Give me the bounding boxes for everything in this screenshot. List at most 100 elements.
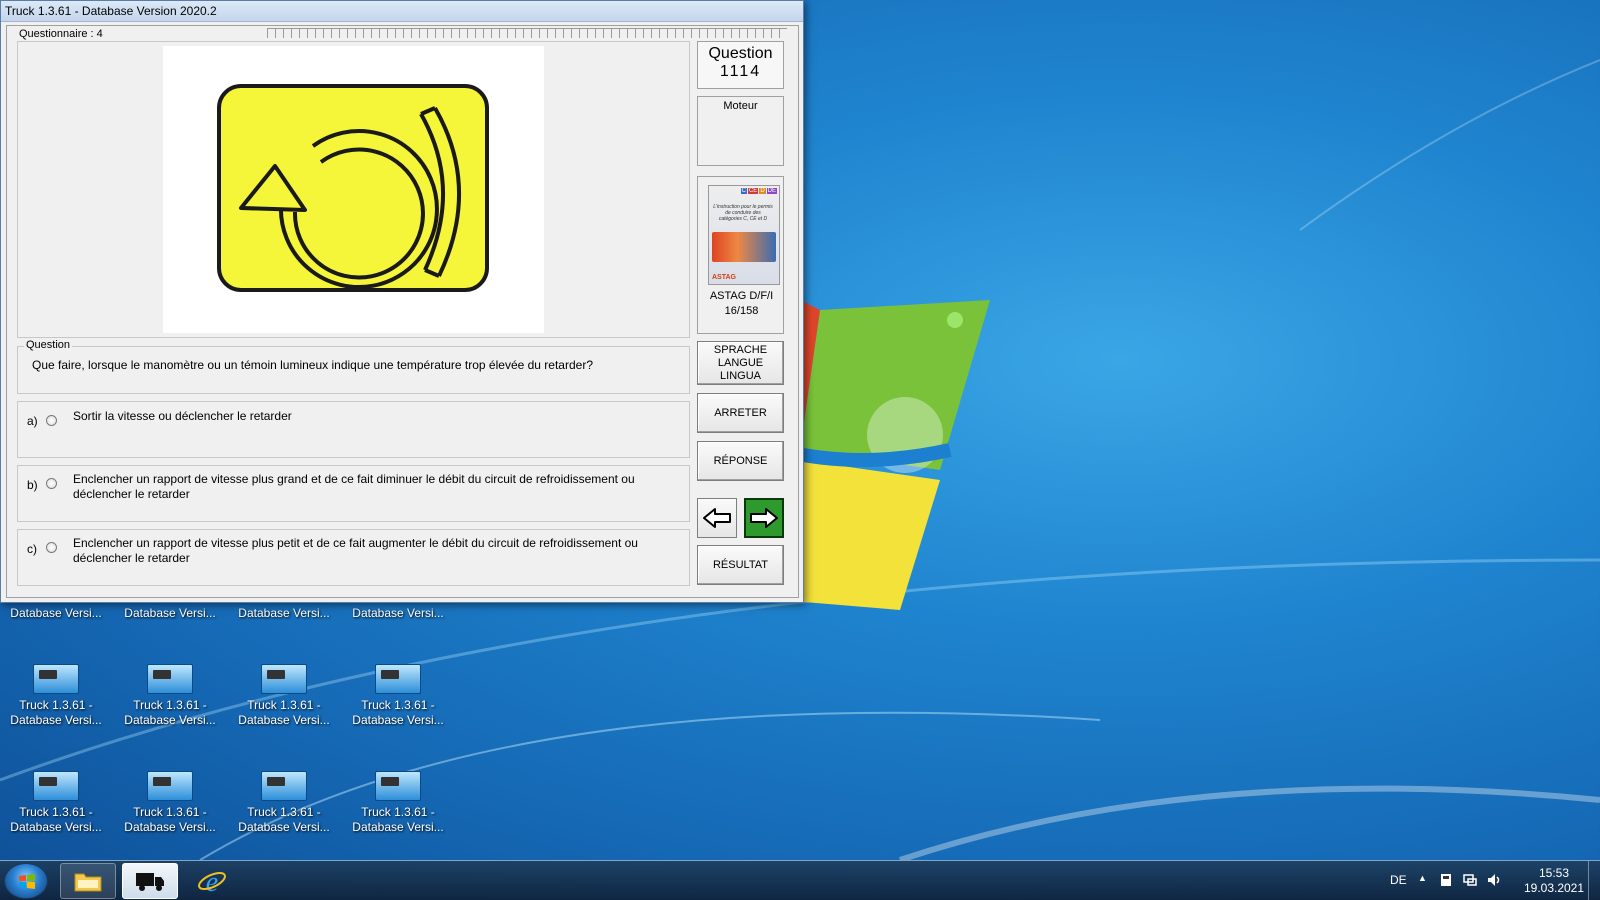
answer-text: Enclencher un rapport de vitesse plus gr… (73, 472, 635, 501)
answer-text: Sortir la vitesse ou déclencher le retar… (73, 409, 292, 423)
answer-radio-a[interactable] (46, 415, 57, 426)
taskbar: e DE ▲ 15:53 19.03.2021 (0, 860, 1600, 900)
book-tag: DE (766, 188, 777, 194)
truck-icon (136, 873, 164, 891)
windows-logo-wallpaper (780, 290, 990, 610)
question-image-panel (17, 41, 690, 338)
windows-flag-icon (19, 874, 35, 889)
desktop-shortcut-label: Truck 1.3.61 - Database Versi... (124, 698, 216, 727)
desktop-shortcut-label: Truck 1.3.61 - Database Versi... (124, 805, 216, 834)
show-desktop-button[interactable] (1588, 861, 1600, 900)
keyboard-language-indicator[interactable]: DE (1390, 873, 1407, 887)
desktop-shortcut[interactable]: Database Versi... (234, 606, 334, 621)
desktop-shortcut-label: Truck 1.3.61 - Database Versi... (352, 698, 444, 727)
quiz-app-window: Truck 1.3.61 - Database Version 2020.2 Q… (0, 0, 804, 603)
book-tag: C (740, 188, 747, 194)
book-reference-label: ASTAG D/F/I 16/158 (698, 289, 785, 319)
clock-time: 15:53 (1538, 866, 1570, 880)
reference-book-box: C CE D DE L'instruction pour le permis de c… (697, 176, 784, 334)
next-question-button[interactable] (744, 498, 784, 538)
question-group-title: Question (24, 339, 73, 351)
truck-app-icon (33, 664, 79, 694)
truck-app-icon (33, 771, 79, 801)
taskbar-clock[interactable]: 15:53 19.03.2021 (1522, 866, 1586, 896)
question-number-box: Question 1114 (697, 41, 784, 89)
clock-date: 19.03.2021 (1523, 881, 1585, 895)
desktop-shortcut[interactable]: Database Versi... (6, 606, 106, 621)
desktop-shortcut-label: Truck 1.3.61 - Database Versi... (238, 805, 330, 834)
question-image (163, 46, 544, 333)
internet-explorer-taskbar-button[interactable]: e (184, 863, 240, 899)
answer-option-c[interactable]: c) Enclencher un rapport de vitesse plus… (17, 529, 690, 586)
answer-letter: c) (27, 542, 37, 556)
book-tag: D (759, 188, 766, 194)
usb-device-icon[interactable] (1438, 872, 1454, 888)
internet-explorer-icon: e (198, 867, 226, 896)
answer-button[interactable]: RÉPONSE (697, 441, 784, 481)
language-button-label: SPRACHE LANGUE LINGUA (713, 343, 768, 382)
desktop-shortcut-label: Truck 1.3.61 - Database Versi... (352, 805, 444, 834)
volume-icon[interactable] (1486, 872, 1502, 888)
question-number: 1114 (719, 63, 762, 80)
answer-letter: b) (27, 478, 38, 492)
answer-radio-c[interactable] (46, 542, 57, 553)
question-number-label: Question (708, 45, 773, 62)
desktop-shortcut[interactable]: Truck 1.3.61 - Database Versi... (6, 771, 106, 835)
retarder-warning-icon (217, 84, 489, 292)
result-button[interactable]: RÉSULTAT (697, 545, 784, 585)
previous-question-button[interactable] (697, 498, 737, 538)
book-tag: CE (747, 188, 759, 194)
answer-letter: a) (27, 414, 38, 428)
truck-app-taskbar-button[interactable] (122, 863, 178, 899)
window-client-area: Questionnaire : 4 Question Que faire, lo… (6, 25, 799, 598)
book-reference-line2: 16/158 (724, 305, 759, 317)
category-box: Moteur (697, 96, 784, 166)
desktop-shortcut-label: Truck 1.3.61 - Database Versi... (10, 698, 102, 727)
svg-text:e: e (206, 867, 218, 896)
stop-button[interactable]: ARRETER (697, 393, 784, 433)
desktop-shortcut-label: Truck 1.3.61 - Database Versi... (10, 805, 102, 834)
desktop-shortcut[interactable]: Truck 1.3.61 - Database Versi... (234, 771, 334, 835)
start-button[interactable] (4, 863, 48, 899)
book-brand: ASTAG (712, 274, 736, 281)
show-hidden-icons-arrow-icon[interactable]: ▲ (1418, 873, 1427, 883)
window-titlebar[interactable]: Truck 1.3.61 - Database Version 2020.2 (1, 1, 803, 22)
book-cover-text: L'instruction pour le permis de conduire… (713, 204, 773, 222)
book-cover-image: C CE D DE L'instruction pour le permis de c… (708, 185, 780, 285)
questionnaire-progress-bar (267, 28, 787, 38)
truck-app-icon (261, 771, 307, 801)
window-title: Truck 1.3.61 - Database Version 2020.2 (5, 4, 217, 18)
truck-app-icon (147, 664, 193, 694)
desktop-shortcut[interactable]: Truck 1.3.61 - Database Versi... (120, 771, 220, 835)
arrow-right-icon (750, 508, 778, 528)
desktop-shortcut[interactable]: Truck 1.3.61 - Database Versi... (120, 664, 220, 728)
network-icon[interactable] (1462, 872, 1478, 888)
desktop-shortcut-label: Database Versi... (124, 606, 216, 620)
truck-app-icon (261, 664, 307, 694)
answer-radio-b[interactable] (46, 478, 57, 489)
desktop-shortcut-label: Database Versi... (238, 606, 330, 620)
desktop-shortcut[interactable]: Database Versi... (120, 606, 220, 621)
answer-text: Enclencher un rapport de vitesse plus pe… (73, 536, 638, 565)
truck-app-icon (375, 771, 421, 801)
questionnaire-label: Questionnaire : 4 (17, 28, 105, 40)
question-category: Moteur (723, 100, 758, 112)
book-category-tags: C CE D DE (740, 188, 777, 194)
desktop-shortcut[interactable]: Truck 1.3.61 - Database Versi... (234, 664, 334, 728)
answer-option-a[interactable]: a) Sortir la vitesse ou déclencher le re… (17, 401, 690, 458)
answer-option-b[interactable]: b) Enclencher un rapport de vitesse plus… (17, 465, 690, 522)
desktop-shortcut-label: Database Versi... (10, 606, 102, 620)
language-button[interactable]: SPRACHE LANGUE LINGUA (697, 341, 784, 385)
desktop-shortcut[interactable]: Truck 1.3.61 - Database Versi... (6, 664, 106, 728)
truck-app-icon (147, 771, 193, 801)
file-explorer-taskbar-button[interactable] (60, 863, 116, 899)
arrow-left-icon (703, 508, 731, 528)
desktop-shortcut[interactable]: Database Versi... (348, 606, 448, 621)
folder-icon (74, 873, 102, 892)
truck-app-icon (375, 664, 421, 694)
desktop-shortcut-label: Database Versi... (352, 606, 444, 620)
desktop-shortcut-label: Truck 1.3.61 - Database Versi... (238, 698, 330, 727)
question-group: Question Que faire, lorsque le manomètre… (17, 339, 690, 394)
desktop-shortcut[interactable]: Truck 1.3.61 - Database Versi... (348, 664, 448, 728)
desktop-shortcut[interactable]: Truck 1.3.61 - Database Versi... (348, 771, 448, 835)
